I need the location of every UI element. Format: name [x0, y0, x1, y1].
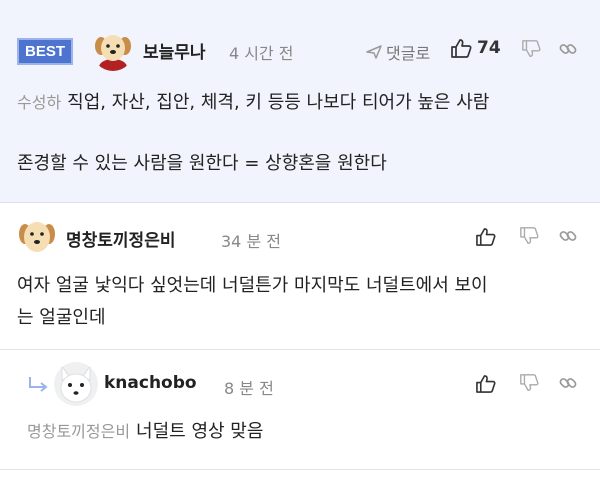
like-button[interactable] [474, 225, 496, 247]
comment-text: 수성하 직업, 자산, 집안, 체격, 키 등등 나보다 티어가 높은 사람 [17, 87, 489, 118]
link-icon [559, 378, 577, 388]
avatar[interactable] [54, 362, 98, 406]
timestamp: 4 시간 전 [229, 44, 294, 63]
nickname[interactable]: knachobo [104, 373, 197, 393]
like-button[interactable] [474, 372, 496, 394]
comment: 명창토끼정은비 34 분 전 여자 얼굴 낯익다 싶엇는데 너덜튼가 마지막도 … [0, 203, 600, 350]
avatar[interactable] [92, 29, 134, 71]
link-button[interactable] [557, 38, 579, 60]
fox-avatar-icon [54, 362, 98, 406]
comment-line: 너덜트 영상 맞음 [136, 421, 264, 442]
thumbs-up-icon [451, 39, 472, 58]
timestamp: 34 분 전 [221, 232, 281, 251]
thumbs-up-icon [475, 227, 496, 246]
best-comment: BEST 보늘무나 4 시간 전 댓글로 74 수성하 직업, 자산, 집안, … [0, 0, 600, 203]
puppy-avatar-icon [16, 216, 58, 258]
dislike-button[interactable] [518, 372, 540, 394]
timestamp: 8 분 전 [224, 379, 274, 398]
thumbs-up-icon [475, 374, 496, 393]
reply-arrow-icon [29, 377, 48, 392]
link-icon [559, 44, 577, 54]
puppy-avatar-icon [92, 29, 134, 71]
comment-text: 여자 얼굴 낯익다 싶엇는데 너덜튼가 마지막도 너덜트에서 보이 [17, 275, 488, 296]
like-count: 74 [477, 38, 501, 58]
thumbs-down-icon [522, 40, 541, 57]
comment-text: 존경할 수 있는 사람을 원한다 = 상향혼을 원한다 [17, 153, 387, 174]
comment-line: 직업, 자산, 집안, 체격, 키 등등 나보다 티어가 높은 사람 [67, 92, 490, 113]
mention[interactable]: 명창토끼정은비 [27, 422, 130, 441]
nickname[interactable]: 보늘무나 [143, 38, 206, 63]
reply-button[interactable]: 댓글로 [366, 40, 430, 64]
mention[interactable]: 수성하 [17, 93, 61, 112]
link-icon [559, 231, 577, 241]
paper-plane-icon [366, 45, 382, 59]
reply-label: 댓글로 [386, 44, 431, 63]
reply-comment: knachobo 8 분 전 명창토끼정은비 너덜트 영상 맞음 [0, 350, 600, 470]
dislike-button[interactable] [518, 225, 540, 247]
thumbs-down-icon [520, 374, 539, 391]
like-button[interactable]: 74 [450, 38, 501, 58]
comment-text: 명창토끼정은비 너덜트 영상 맞음 [27, 416, 263, 447]
avatar[interactable] [16, 216, 58, 258]
thumbs-down-icon [520, 227, 539, 244]
nickname[interactable]: 명창토끼정은비 [66, 226, 175, 251]
link-button[interactable] [557, 372, 579, 394]
comment-text: 는 얼굴인데 [17, 307, 106, 328]
best-badge: BEST [17, 38, 73, 65]
link-button[interactable] [557, 225, 579, 247]
dislike-button[interactable] [520, 38, 542, 60]
